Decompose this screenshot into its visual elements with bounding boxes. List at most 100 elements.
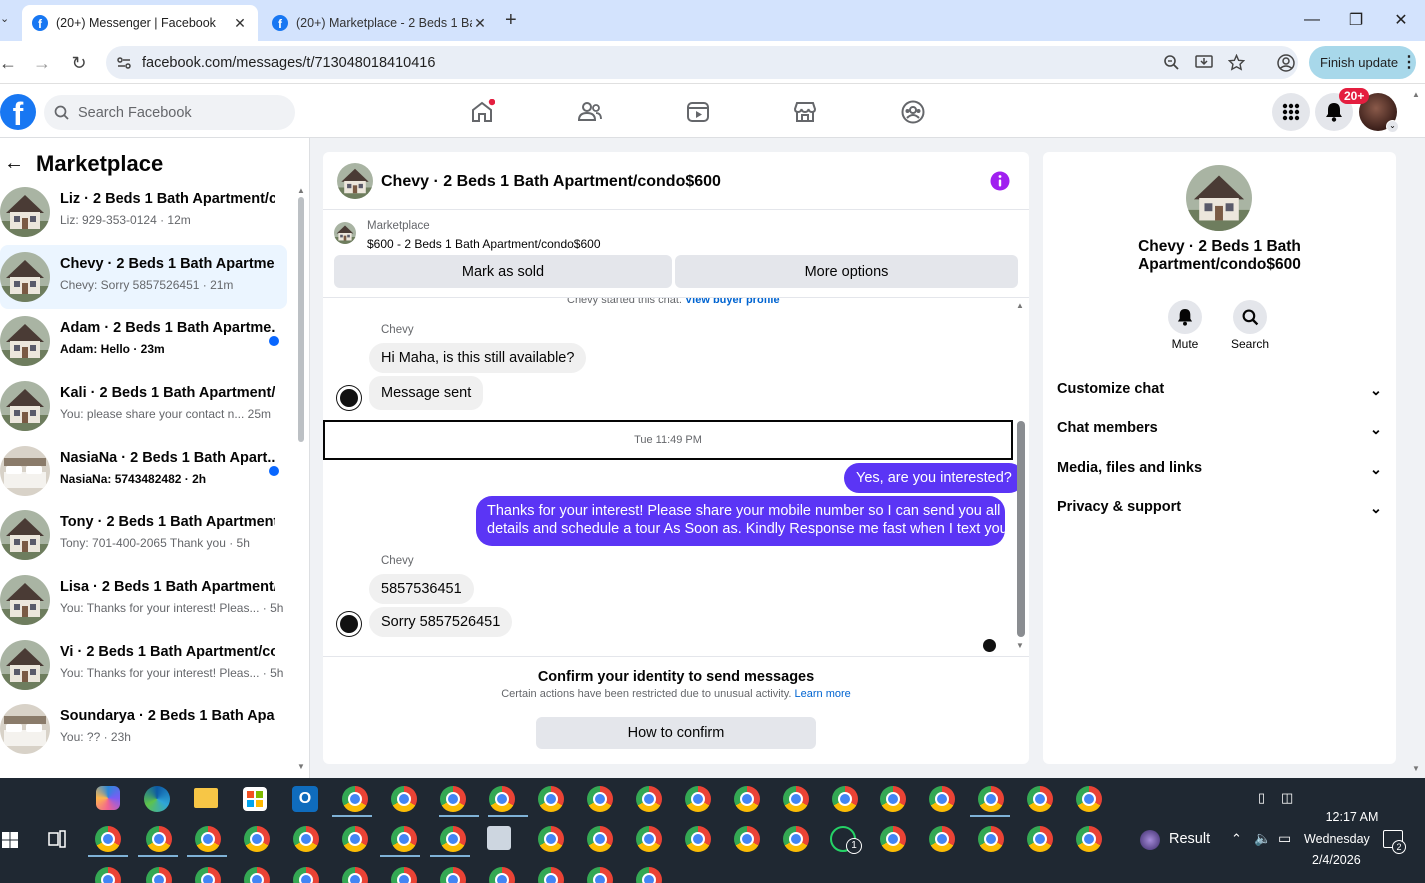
- clock-date[interactable]: 2/4/2026: [1312, 853, 1361, 867]
- marketplace-icon[interactable]: [792, 99, 818, 125]
- clock-day[interactable]: Wednesday: [1304, 832, 1370, 846]
- conversation-item[interactable]: Tony · 2 Beds 1 Bath Apartment/... Tony: …: [0, 503, 287, 567]
- chat-scrollbar[interactable]: [1017, 421, 1025, 637]
- page-scroll-up-icon[interactable]: ▲: [1412, 90, 1420, 99]
- conversation-item[interactable]: Adam · 2 Beds 1 Bath Apartme... Adam: Hel…: [0, 309, 287, 373]
- menu-grid-button[interactable]: [1272, 93, 1310, 131]
- mute-button[interactable]: [1168, 300, 1202, 334]
- chrome-icon[interactable]: [293, 826, 319, 852]
- chrome-icon[interactable]: [538, 826, 564, 852]
- outlook-icon[interactable]: O: [292, 786, 318, 812]
- close-tab-icon[interactable]: ✕: [472, 15, 488, 31]
- task-view-icon[interactable]: [48, 830, 66, 848]
- listing-detail[interactable]: $600 - 2 Beds 1 Bath Apartment/condo$600: [367, 237, 601, 251]
- conversation-item[interactable]: Kali · 2 Beds 1 Bath Apartment/c... You: …: [0, 374, 287, 438]
- result-icon[interactable]: [1140, 830, 1160, 850]
- chrome-icon[interactable]: [636, 826, 662, 852]
- media-files-section[interactable]: Media, files and links ⌄: [1057, 460, 1382, 478]
- mark-as-sold-button[interactable]: Mark as sold: [334, 255, 672, 288]
- maximize-icon[interactable]: ❐: [1341, 8, 1371, 32]
- chrome-icon[interactable]: [587, 826, 613, 852]
- chrome-icon[interactable]: [489, 786, 515, 812]
- scroll-down-icon[interactable]: ▼: [297, 762, 305, 771]
- chrome-icon[interactable]: [880, 826, 906, 852]
- zoom-icon[interactable]: [1163, 54, 1180, 71]
- close-window-icon[interactable]: ✕: [1386, 8, 1416, 32]
- profile-icon[interactable]: [1277, 54, 1295, 72]
- chrome-icon[interactable]: [440, 867, 466, 883]
- minimize-icon[interactable]: —: [1297, 8, 1327, 32]
- chrome-icon[interactable]: [1076, 786, 1102, 812]
- listing-avatar-large[interactable]: [1186, 165, 1252, 231]
- scroll-up-icon[interactable]: ▲: [297, 186, 305, 195]
- chat-members-section[interactable]: Chat members ⌄: [1057, 420, 1382, 438]
- message-bubble-outgoing[interactable]: Yes, are you interested?: [844, 463, 1024, 493]
- chrome-icon[interactable]: [244, 867, 270, 883]
- chrome-icon[interactable]: [293, 867, 319, 883]
- store-icon[interactable]: [243, 787, 267, 811]
- scroll-up-icon[interactable]: ▲: [1016, 301, 1024, 310]
- app-icon[interactable]: [487, 826, 511, 850]
- sender-avatar[interactable]: [337, 386, 361, 410]
- chrome-icon[interactable]: [685, 826, 711, 852]
- back-arrow-icon[interactable]: ←: [4, 152, 24, 175]
- page-scroll-down-icon[interactable]: ▼: [1412, 764, 1420, 773]
- how-to-confirm-button[interactable]: How to confirm: [536, 717, 816, 749]
- chrome-icon[interactable]: [929, 826, 955, 852]
- network-icon[interactable]: ▭: [1278, 830, 1291, 847]
- view-buyer-profile-link[interactable]: View buyer profile: [685, 298, 780, 306]
- listing-thumbnail[interactable]: [334, 222, 356, 244]
- chrome-icon[interactable]: [538, 867, 564, 883]
- tray-chevron-up-icon[interactable]: ⌃: [1231, 831, 1242, 847]
- sidebar-scrollbar[interactable]: [298, 197, 304, 442]
- scroll-down-icon[interactable]: ▼: [1016, 641, 1024, 650]
- chrome-icon[interactable]: [1027, 826, 1053, 852]
- chrome-icon[interactable]: [587, 867, 613, 883]
- chrome-icon[interactable]: [342, 867, 368, 883]
- chrome-icon[interactable]: [342, 826, 368, 852]
- chrome-icon[interactable]: [146, 826, 172, 852]
- chrome-icon[interactable]: [978, 786, 1004, 812]
- home-icon[interactable]: [469, 99, 495, 125]
- learn-more-link[interactable]: Learn more: [795, 688, 851, 700]
- chrome-icon[interactable]: [391, 826, 417, 852]
- chrome-icon[interactable]: [734, 826, 760, 852]
- forward-icon[interactable]: →: [30, 51, 54, 75]
- file-explorer-icon[interactable]: [194, 788, 218, 808]
- chrome-icon[interactable]: [391, 786, 417, 812]
- chrome-icon[interactable]: [489, 867, 515, 883]
- conversation-item[interactable]: Liz · 2 Beds 1 Bath Apartment/c... Liz: 9…: [0, 180, 287, 244]
- chrome-icon[interactable]: [636, 786, 662, 812]
- chrome-icon[interactable]: [1076, 826, 1102, 852]
- volume-icon[interactable]: 🔈: [1254, 830, 1271, 847]
- bookmark-star-icon[interactable]: [1228, 54, 1245, 71]
- chrome-icon[interactable]: [440, 786, 466, 812]
- chrome-icon[interactable]: [342, 786, 368, 812]
- usb-icon[interactable]: ▯: [1258, 790, 1265, 806]
- friends-icon[interactable]: [577, 99, 603, 125]
- clock-time[interactable]: 12:17 AM: [1312, 810, 1392, 824]
- facebook-logo-icon[interactable]: f: [0, 94, 36, 130]
- message-bubble[interactable]: 5857536451: [369, 574, 474, 604]
- back-icon[interactable]: ←: [0, 51, 20, 75]
- reload-icon[interactable]: ↻: [67, 51, 91, 75]
- chrome-icon[interactable]: [685, 786, 711, 812]
- message-bubble-outgoing[interactable]: Thanks for your interest! Please share y…: [476, 496, 1028, 546]
- chrome-icon[interactable]: [783, 826, 809, 852]
- close-tab-icon[interactable]: ✕: [232, 15, 248, 31]
- chrome-icon[interactable]: [636, 867, 662, 883]
- conversation-item[interactable]: NasiaNa · 2 Beds 1 Bath Apart... NasiaNa:…: [0, 439, 287, 503]
- sender-avatar[interactable]: [337, 612, 361, 636]
- chrome-icon[interactable]: [880, 786, 906, 812]
- chrome-icon[interactable]: [440, 826, 466, 852]
- windows-start-icon[interactable]: [2, 832, 18, 848]
- meet-icon[interactable]: ◫: [1281, 790, 1293, 806]
- message-bubble[interactable]: Sorry 5857526451: [369, 607, 513, 637]
- search-in-chat-button[interactable]: [1233, 300, 1267, 334]
- more-options-button[interactable]: More options: [675, 255, 1018, 288]
- tab-messenger[interactable]: f (20+) Messenger | Facebook ✕: [22, 5, 258, 41]
- finish-update-button[interactable]: Finish update ⋮: [1309, 46, 1417, 79]
- chrome-icon[interactable]: [95, 867, 121, 883]
- tab-marketplace[interactable]: f (20+) Marketplace - 2 Beds 1 Bath ✕: [262, 5, 498, 41]
- search-input[interactable]: Search Facebook: [44, 95, 295, 130]
